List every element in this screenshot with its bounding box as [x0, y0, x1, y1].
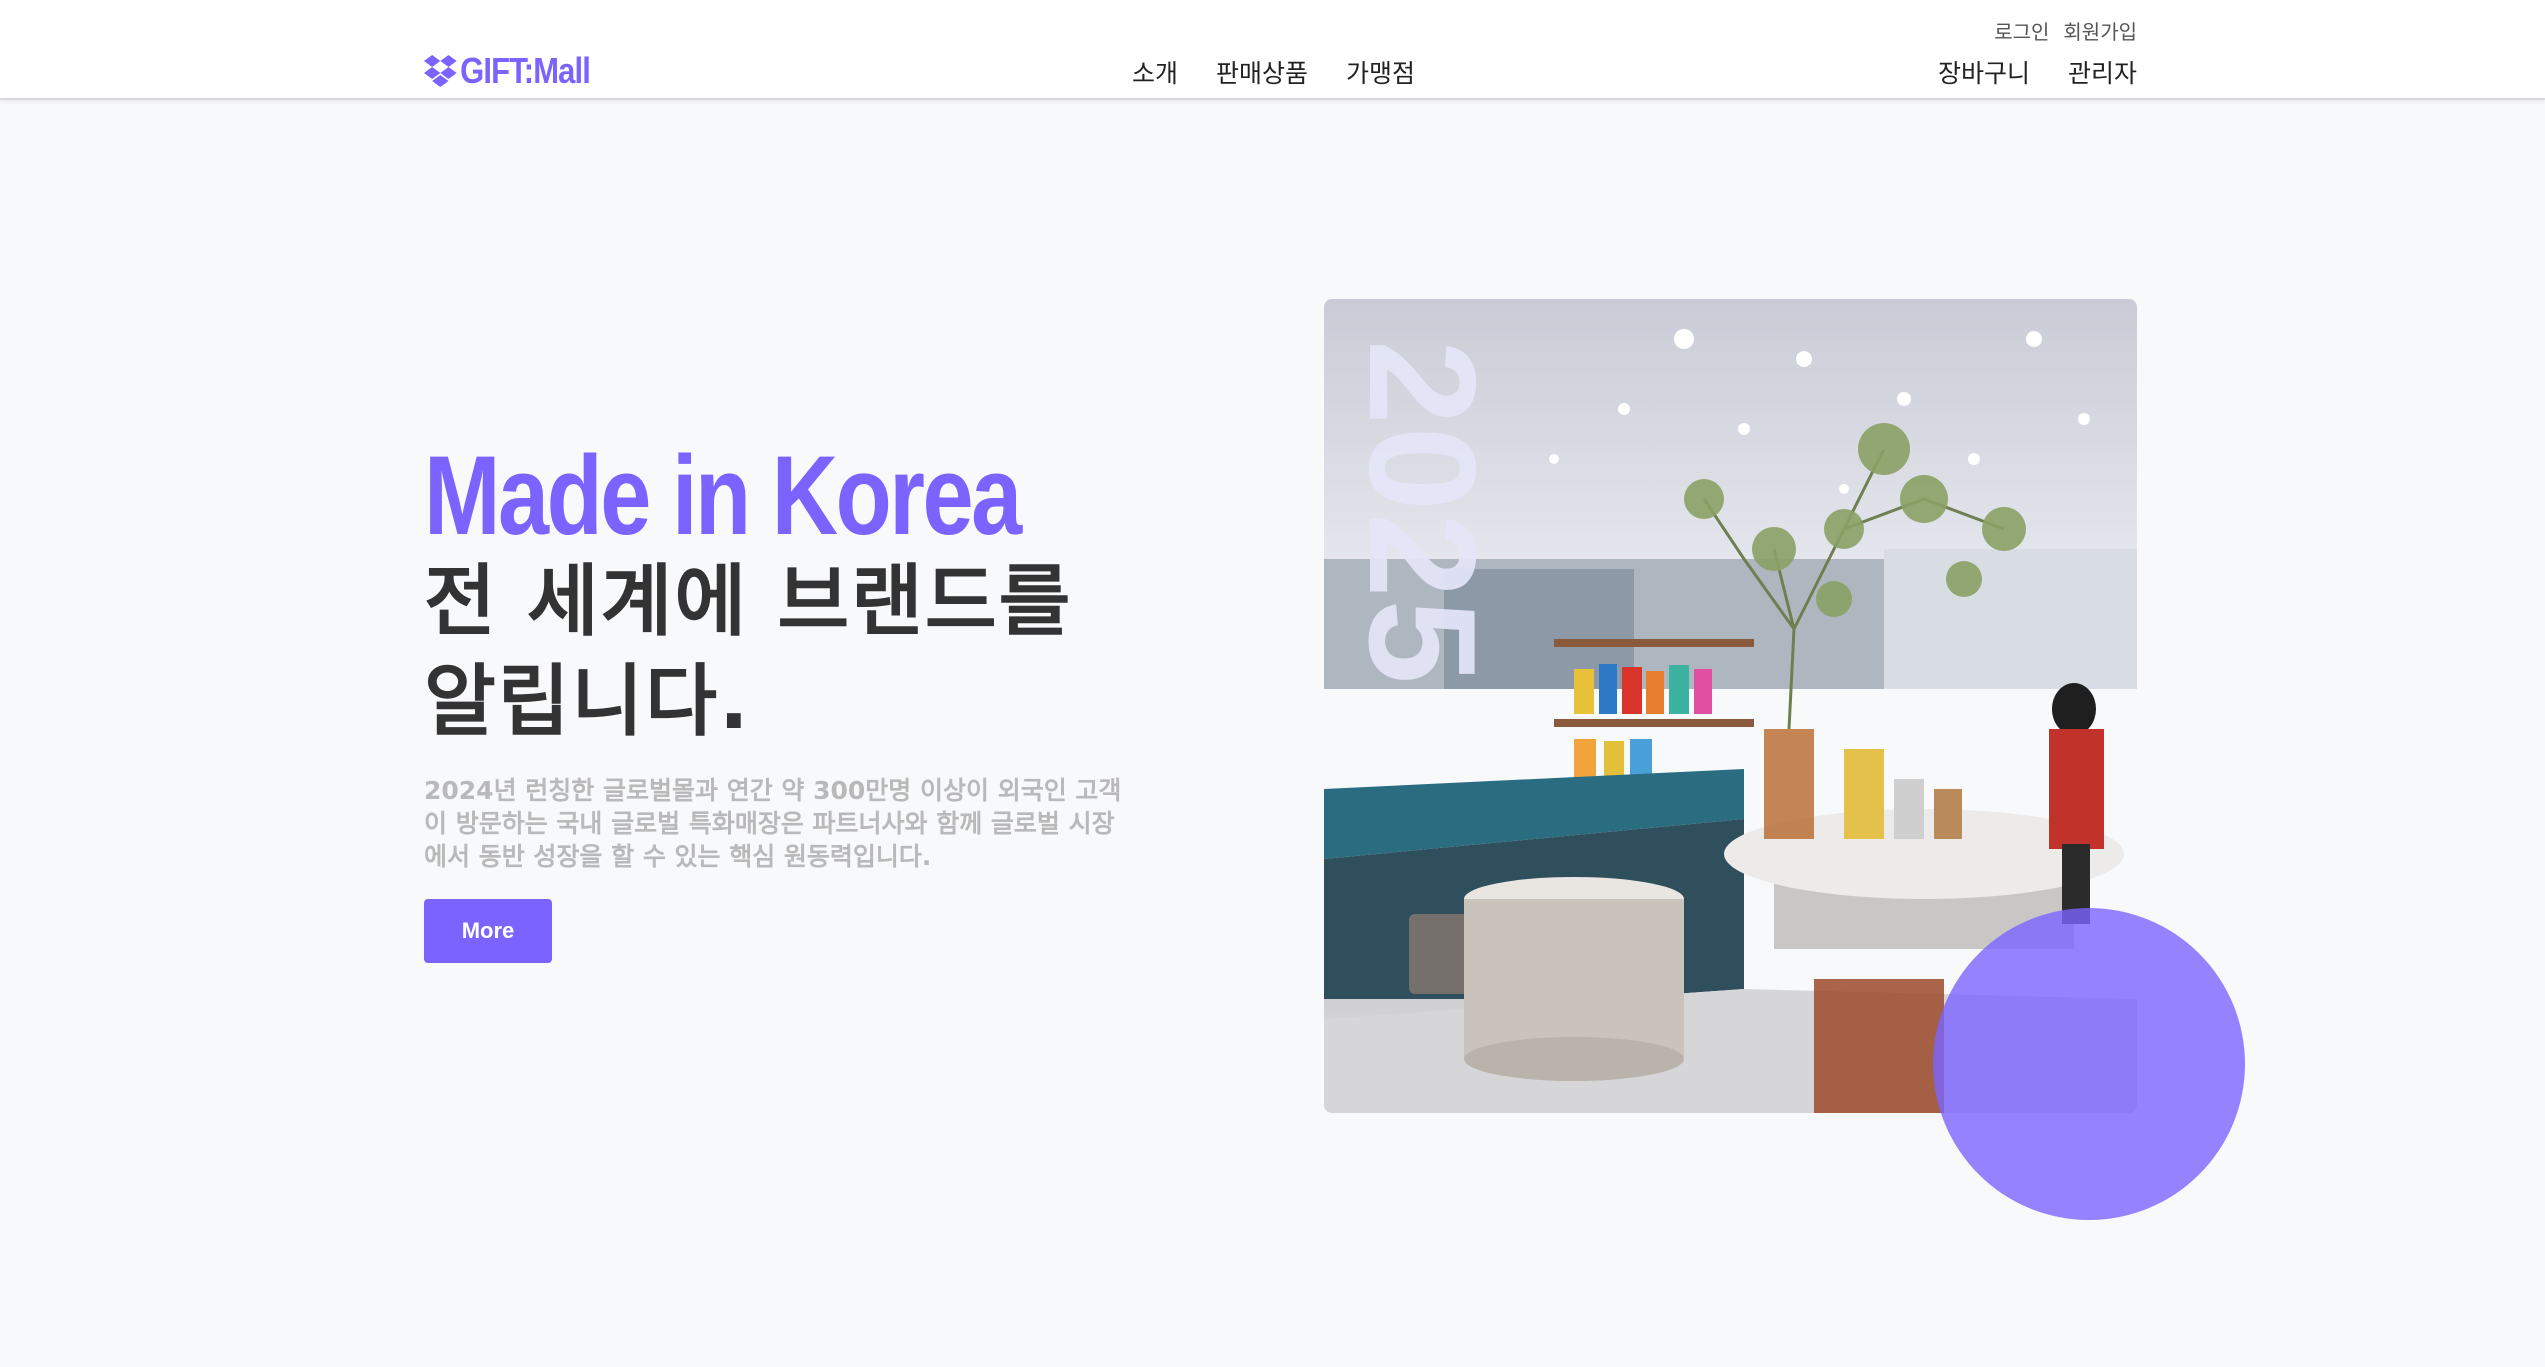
hero-description: 2024년 런칭한 글로벌몰과 연간 약 300만명 이상이 외국인 고객이 방… — [424, 776, 1122, 871]
cart-link[interactable]: 장바구니 — [1938, 54, 2030, 90]
logo[interactable]: GIFT:Mall — [424, 50, 591, 92]
main-nav: 소개 판매상품 가맹점 — [1132, 54, 1415, 90]
signup-link[interactable]: 회원가입 — [2063, 16, 2137, 45]
login-link[interactable]: 로그인 — [1994, 16, 2049, 45]
util-nav: 로그인 회원가입 — [1994, 16, 2137, 45]
hero-title: Made in Korea — [424, 433, 1022, 558]
nav-item-stores[interactable]: 가맹점 — [1346, 54, 1415, 90]
decorative-circle — [1933, 908, 2245, 1220]
logo-text: GIFT:Mall — [460, 50, 591, 91]
hero-subtitle-line2: 알립니다. — [424, 657, 751, 747]
more-button[interactable]: More — [424, 899, 552, 963]
nav-item-products[interactable]: 판매상품 — [1216, 54, 1308, 90]
admin-link[interactable]: 관리자 — [2068, 54, 2137, 90]
year-watermark: 2025 — [1337, 340, 1507, 687]
nav-item-about[interactable]: 소개 — [1132, 54, 1178, 90]
hero-subtitle: 전 세계에 브랜드를 알립니다. — [424, 552, 1144, 752]
hero-subtitle-line1: 전 세계에 브랜드를 — [424, 557, 1073, 647]
side-nav: 장바구니 관리자 — [1938, 54, 2137, 90]
dropbox-icon — [424, 55, 457, 87]
site-header: GIFT:Mall 로그인 회원가입 소개 판매상품 가맹점 장바구니 관리자 — [0, 0, 2545, 100]
